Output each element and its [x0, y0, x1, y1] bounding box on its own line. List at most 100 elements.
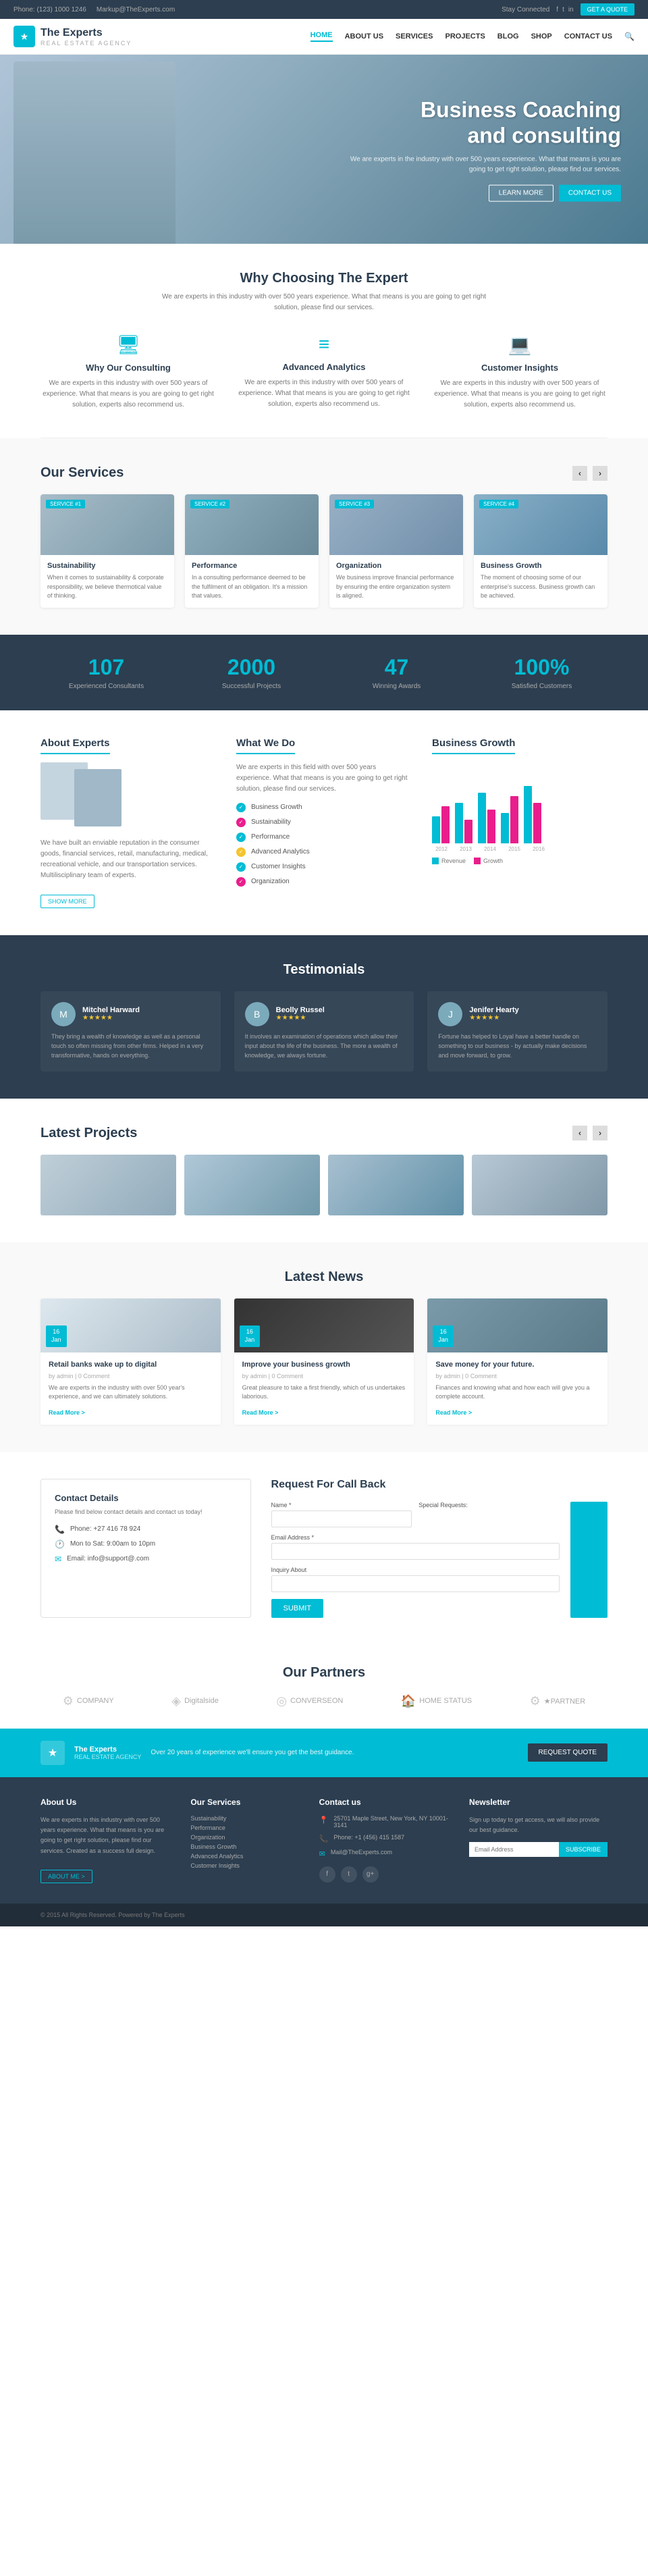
facebook-icon[interactable]: f — [556, 6, 558, 14]
footer-contact-title: Contact us — [319, 1797, 449, 1807]
form-name-input[interactable] — [271, 1510, 412, 1527]
testimonial-text-0: They bring a wealth of knowledge as well… — [51, 1032, 210, 1061]
nav-about[interactable]: ABOUT US — [345, 32, 383, 41]
nav-services[interactable]: SERVICES — [396, 32, 433, 41]
learn-more-button[interactable]: LEARN MORE — [489, 184, 554, 201]
footer-google-icon[interactable]: g+ — [362, 1866, 379, 1883]
projects-grid — [40, 1155, 608, 1215]
form-inquiry-input[interactable] — [271, 1575, 560, 1592]
why-analytics-title: Advanced Analytics — [236, 362, 412, 372]
footer-email: Mail@TheExperts.com — [331, 1849, 392, 1856]
newsletter-email-input[interactable] — [469, 1842, 559, 1857]
partner-4: ⚙ ★PARTNER — [530, 1694, 586, 1708]
footer-service-1[interactable]: Performance — [190, 1824, 298, 1831]
chart-group — [524, 786, 541, 843]
partner-name-2: CONVERSEON — [290, 1697, 343, 1705]
stat-label-1: Successful Projects — [186, 683, 317, 690]
linkedin-icon[interactable]: in — [568, 6, 574, 14]
service-img-3: SERVICE #3 — [329, 494, 463, 555]
footer-service-3[interactable]: Business Growth — [190, 1843, 298, 1850]
search-icon[interactable]: 🔍 — [624, 32, 634, 41]
nav-contact[interactable]: CONTACT US — [564, 32, 612, 41]
whatwedo-label: Business Growth — [251, 804, 302, 811]
services-prev-button[interactable]: ‹ — [572, 466, 587, 481]
bar-pink — [533, 803, 541, 843]
services-next-button[interactable]: › — [593, 466, 608, 481]
service-badge-3: SERVICE #3 — [335, 500, 374, 508]
service-card-performance: SERVICE #2 Performance In a consulting p… — [185, 494, 319, 608]
contact-us-hero-button[interactable]: CONTACT US — [559, 184, 621, 201]
read-more-1[interactable]: Read More > — [242, 1409, 279, 1416]
whatwedo-col: What We Do We are experts in this field … — [236, 737, 412, 908]
nav-blog[interactable]: BLOG — [497, 32, 519, 41]
topbar-connected: Stay Connected — [502, 6, 549, 14]
footer-service-5[interactable]: Customer Insights — [190, 1862, 298, 1869]
whatwedo-item: ✓ Customer Insights — [236, 862, 412, 872]
whatwedo-item: ✓ Advanced Analytics — [236, 847, 412, 857]
project-card-2[interactable] — [328, 1155, 464, 1215]
project-card-1[interactable] — [184, 1155, 320, 1215]
partner-0: ⚙ COMPANY — [63, 1694, 114, 1708]
partner-1: ◈ Digitalside — [171, 1694, 219, 1708]
why-subtitle: We are experts in this industry with ove… — [155, 292, 493, 313]
news-body-1: Improve your business growth by admin | … — [234, 1352, 414, 1425]
footer-contact: Contact us 📍 25701 Maple Street, New Yor… — [319, 1797, 449, 1883]
service-badge-2: SERVICE #2 — [190, 500, 230, 508]
footer-service-4[interactable]: Advanced Analytics — [190, 1853, 298, 1860]
stats-grid: 107 Experienced Consultants 2000 Success… — [40, 655, 608, 690]
clock-icon: 🕐 — [55, 1540, 65, 1549]
chart-group — [455, 803, 473, 843]
partner-icon-3: 🏠 — [401, 1694, 416, 1708]
bar-cyan — [501, 813, 509, 843]
footer-address: 25701 Maple Street, New York, NY 10001-3… — [333, 1815, 449, 1829]
submit-button[interactable]: SUBMIT — [271, 1599, 324, 1618]
about-more-button[interactable]: SHOW MORE — [40, 895, 94, 908]
footer-about-more-button[interactable]: ABOUT ME > — [40, 1870, 92, 1883]
cta-quote-button[interactable]: REQUEST QUOTE — [528, 1743, 608, 1762]
subscribe-button[interactable]: SUBSCRIBE — [559, 1842, 608, 1857]
service-badge-1: SERVICE #1 — [46, 500, 85, 508]
footer-social: f t g+ — [319, 1866, 449, 1883]
whatwedo-item: ✓ Organization — [236, 877, 412, 887]
project-card-3[interactable] — [472, 1155, 608, 1215]
hero-subtitle: We are experts in the industry with over… — [338, 154, 621, 174]
callback-box: Request For Call Back Name * Special Req… — [271, 1479, 608, 1618]
chart-x-label: 2012 — [432, 846, 451, 852]
contact-phone: Phone: +27 416 78 924 — [70, 1525, 140, 1533]
stat-consultants: 107 Experienced Consultants — [40, 655, 172, 690]
read-more-0[interactable]: Read More > — [49, 1409, 85, 1416]
projects-next-button[interactable]: › — [593, 1126, 608, 1140]
hero-buttons: LEARN MORE CONTACT US — [338, 184, 621, 201]
whatwedo-label: Advanced Analytics — [251, 848, 310, 856]
why-item-analytics: ≡ Advanced Analytics We are experts in t… — [236, 334, 412, 411]
callback-title: Request For Call Back — [271, 1479, 608, 1491]
contact-details-box: Contact Details Please find below contac… — [40, 1479, 251, 1618]
read-more-2[interactable]: Read More > — [435, 1409, 472, 1416]
nav-home[interactable]: HOME — [310, 31, 333, 42]
cta-text-block: The Experts REAL ESTATE AGENCY — [74, 1745, 141, 1760]
service-desc-1: When it comes to sustainability & corpor… — [47, 573, 167, 601]
partner-3: 🏠 HOME STATUS — [401, 1694, 472, 1708]
hero-title: Business Coachingand consulting — [338, 97, 621, 149]
cta-banner: ★ The Experts REAL ESTATE AGENCY Over 20… — [0, 1729, 648, 1777]
service-card-organization: SERVICE #3 Organization We business impr… — [329, 494, 463, 608]
projects-prev-button[interactable]: ‹ — [572, 1126, 587, 1140]
chart-x-label: 2014 — [481, 846, 500, 852]
form-email-input[interactable] — [271, 1543, 560, 1560]
footer-twitter-icon[interactable]: t — [341, 1866, 357, 1883]
nav-projects[interactable]: PROJECTS — [445, 32, 485, 41]
three-col-section: About Experts We have built an enviable … — [0, 710, 648, 935]
twitter-icon[interactable]: t — [562, 6, 564, 14]
news-text-2: Finances and knowing what and how each w… — [435, 1384, 599, 1402]
service-body-3: Organization We business improve financi… — [329, 555, 463, 608]
about-col: About Experts We have built an enviable … — [40, 737, 216, 908]
footer-service-0[interactable]: Sustainability — [190, 1815, 298, 1822]
testimonial-header-0: M Mitchel Harward ★★★★★ — [51, 1002, 210, 1026]
project-card-0[interactable] — [40, 1155, 176, 1215]
footer-service-2[interactable]: Organization — [190, 1834, 298, 1841]
nav-shop[interactable]: SHOP — [531, 32, 552, 41]
footer-facebook-icon[interactable]: f — [319, 1866, 335, 1883]
footer-address-item: 📍 25701 Maple Street, New York, NY 10001… — [319, 1815, 449, 1829]
get-quote-button[interactable]: GET A QUOTE — [580, 3, 634, 16]
partner-icon-4: ⚙ — [530, 1694, 541, 1708]
